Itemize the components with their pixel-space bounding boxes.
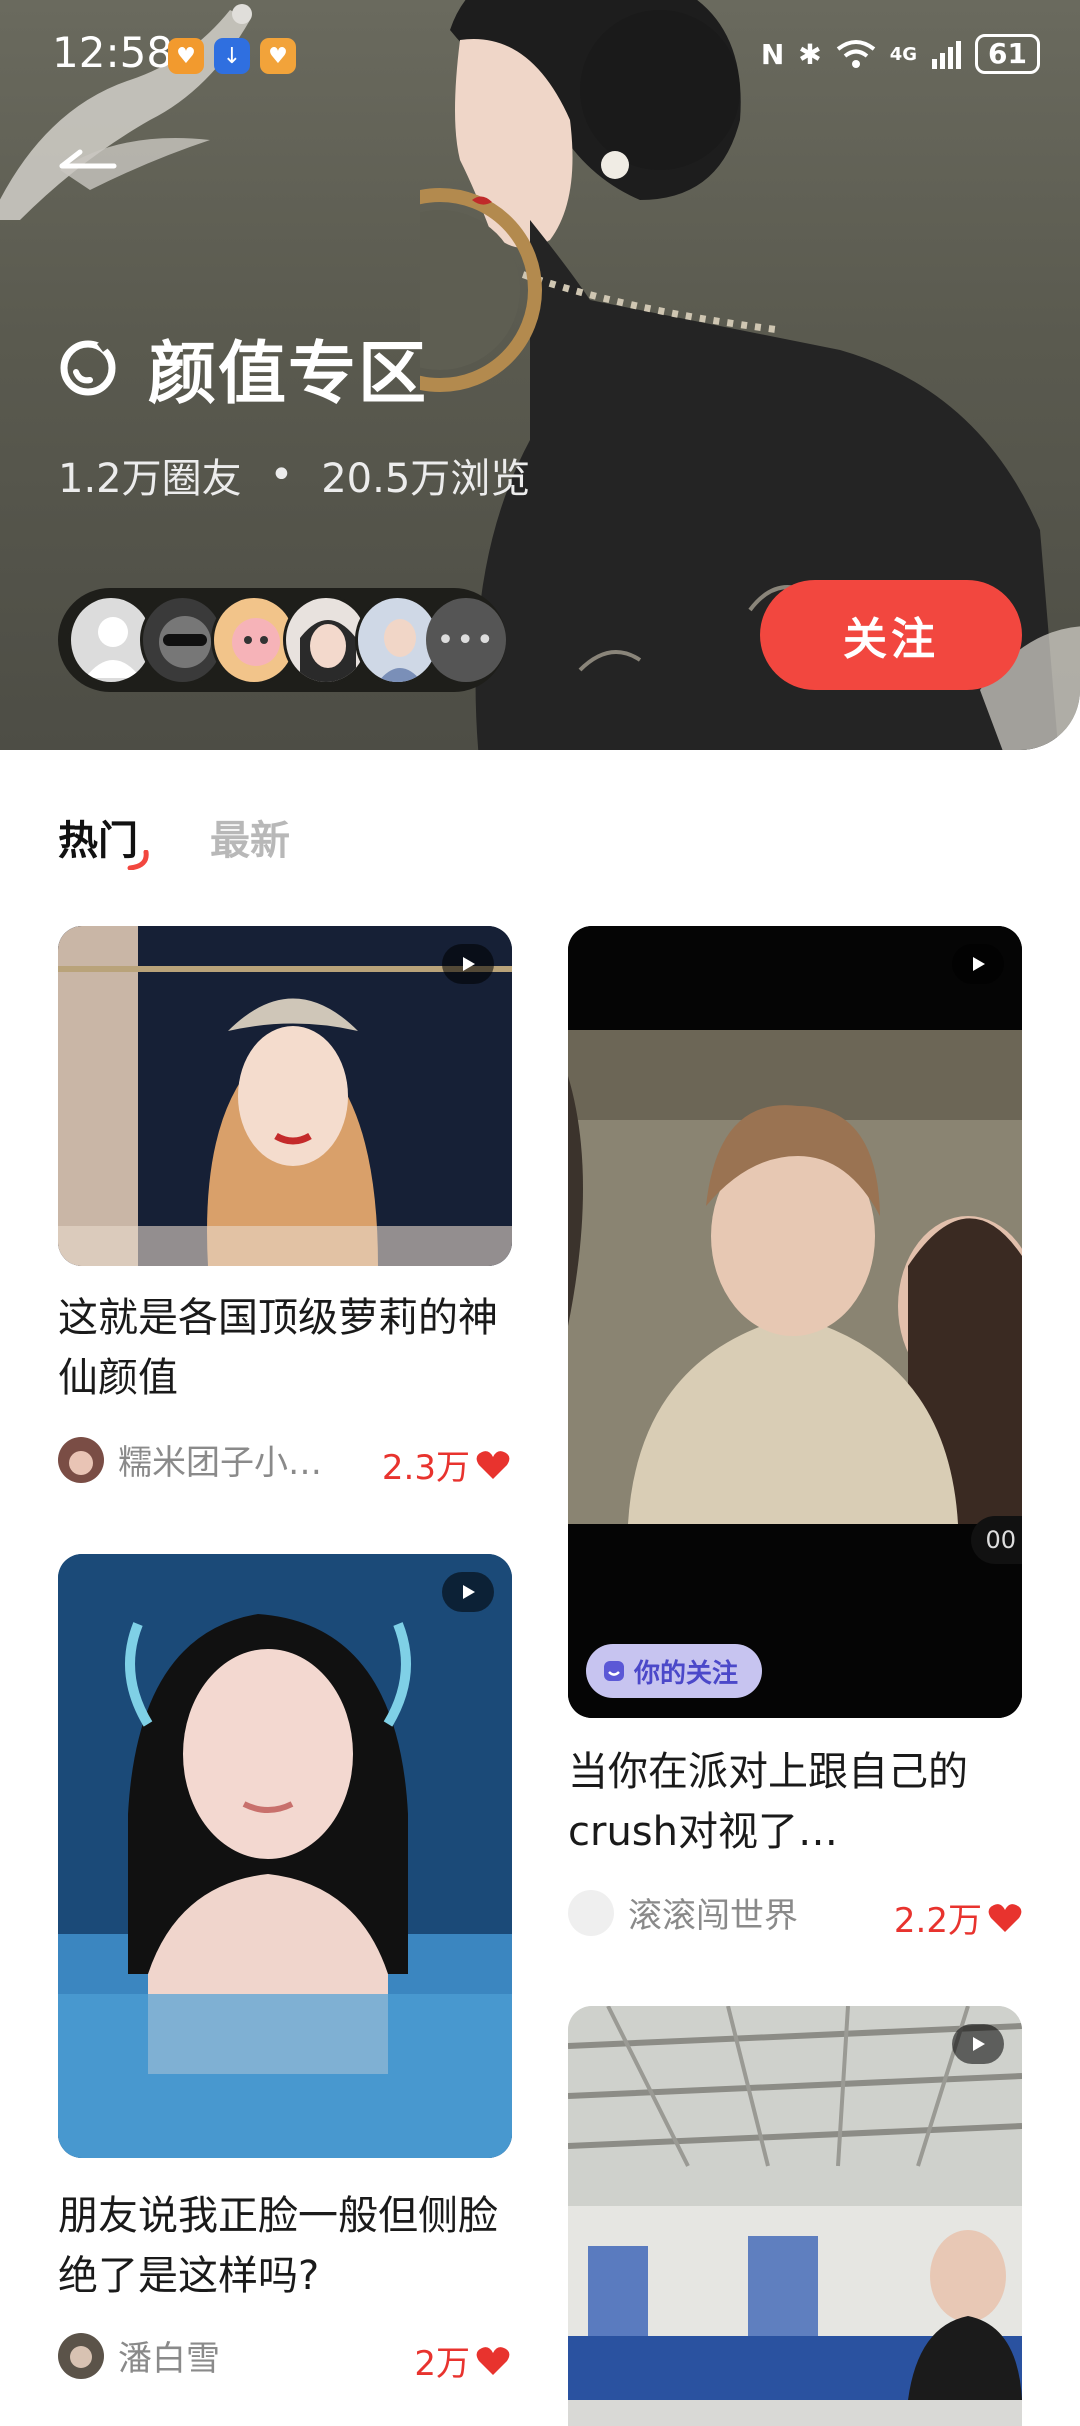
app-notification-icon: ♥ bbox=[260, 38, 296, 74]
post-cover-2[interactable]: 00 你的关注 bbox=[568, 926, 1022, 1718]
likes-count: 2万 bbox=[414, 2344, 470, 2384]
title-row: 颜值专区 bbox=[58, 318, 428, 417]
heart-icon bbox=[476, 2346, 510, 2375]
post-title[interactable]: 这就是各国顶级萝莉的神仙颜值 bbox=[58, 1288, 512, 1408]
author-name: 糯米团子小… bbox=[118, 1443, 322, 1483]
post-author[interactable]: 潘白雪 bbox=[58, 2331, 220, 2380]
badge-label: 你的关注 bbox=[634, 1658, 739, 1689]
follow-button[interactable]: 关注 bbox=[760, 580, 1022, 690]
post-image bbox=[568, 2006, 1022, 2400]
post-cover-4[interactable] bbox=[568, 2006, 1022, 2426]
more-members-icon[interactable]: ••• bbox=[426, 598, 507, 682]
author-name: 潘白雪 bbox=[118, 2339, 220, 2379]
post-likes[interactable]: 2.3万 bbox=[382, 1440, 510, 1489]
wifi-icon bbox=[836, 40, 875, 68]
bluetooth-icon: ✱ bbox=[798, 37, 822, 71]
tab-indicator bbox=[127, 850, 149, 870]
tab-latest[interactable]: 最新 bbox=[210, 808, 290, 866]
avatar bbox=[58, 2332, 104, 2379]
likes-count: 2.2万 bbox=[893, 1901, 982, 1941]
post-author[interactable]: 糯米团子小… bbox=[58, 1435, 322, 1484]
following-badge: 你的关注 bbox=[586, 1644, 763, 1698]
member-avatars[interactable]: ••• bbox=[58, 588, 507, 692]
tab-hot[interactable]: 热门 bbox=[58, 808, 149, 870]
app-notification-icon: ♥ bbox=[168, 38, 204, 74]
feed-tabs: 热门 最新 bbox=[58, 808, 290, 870]
post-title[interactable]: 当你在派对上跟自己的crush对视了… bbox=[568, 1742, 1022, 1862]
network-label: 4G bbox=[889, 43, 918, 65]
back-arrow-icon[interactable] bbox=[58, 140, 118, 180]
post-image bbox=[58, 1554, 512, 2158]
video-time: 00 bbox=[971, 1516, 1022, 1564]
post-likes[interactable]: 2.2万 bbox=[894, 1893, 1022, 1942]
video-play-icon bbox=[442, 944, 494, 984]
status-icons: N ✱ 4G 61 bbox=[761, 34, 1040, 74]
app-notification-icon: ↓ bbox=[214, 38, 250, 74]
heart-icon bbox=[476, 1450, 510, 1479]
view-count: 20.5万浏览 bbox=[321, 456, 531, 502]
nfc-icon: N bbox=[760, 37, 785, 71]
video-play-icon bbox=[952, 944, 1004, 984]
avatar bbox=[58, 1436, 104, 1483]
signal-icon bbox=[932, 41, 962, 69]
likes-count: 2.3万 bbox=[381, 1448, 470, 1488]
avatar bbox=[568, 1889, 614, 1936]
post-image bbox=[58, 926, 512, 1266]
post-title[interactable]: 朋友说我正脸一般但侧脸绝了是这样吗? bbox=[58, 2186, 512, 2306]
status-bar: 12:58 ♥ ↓ ♥ N ✱ 4G 61 bbox=[0, 0, 1080, 110]
stats-separator: • bbox=[269, 452, 294, 498]
circle-logo-icon bbox=[60, 337, 116, 395]
tab-label: 最新 bbox=[210, 818, 290, 864]
video-play-icon bbox=[442, 1572, 494, 1612]
smile-icon bbox=[604, 1661, 624, 1681]
post-cover-3[interactable] bbox=[58, 1554, 512, 2158]
post-cover-1[interactable] bbox=[58, 926, 512, 1266]
circle-header: 12:58 ♥ ↓ ♥ N ✱ 4G 61 颜值专区 1.2万圈友 • 20.5… bbox=[0, 0, 1080, 750]
status-time: 12:58 bbox=[52, 28, 174, 77]
member-count: 1.2万圈友 bbox=[58, 456, 242, 502]
battery-indicator: 61 bbox=[975, 34, 1040, 74]
post-image bbox=[568, 926, 1022, 1718]
author-name: 滚滚闯世界 bbox=[628, 1896, 798, 1936]
post-likes[interactable]: 2万 bbox=[414, 2336, 510, 2385]
heart-icon bbox=[988, 1903, 1022, 1932]
video-play-icon bbox=[952, 2024, 1004, 2064]
post-author[interactable]: 滚滚闯世界 bbox=[568, 1888, 798, 1937]
circle-stats: 1.2万圈友 • 20.5万浏览 bbox=[58, 446, 530, 504]
page-title: 颜值专区 bbox=[148, 335, 429, 414]
